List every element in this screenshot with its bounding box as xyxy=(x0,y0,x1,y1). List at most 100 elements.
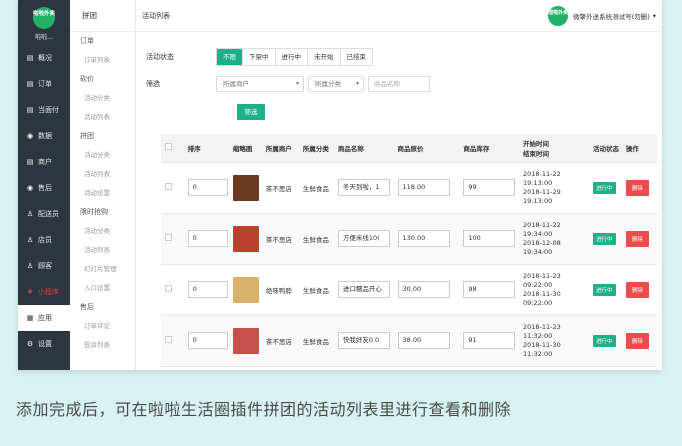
subnav-item[interactable]: 投诉列表 xyxy=(70,336,135,355)
product-name-input[interactable]: 快我好友0.0 xyxy=(337,332,390,349)
product-name-input[interactable]: 冬天到啦，1 xyxy=(337,179,390,196)
delete-button[interactable]: 删除 xyxy=(625,230,649,247)
subnav-item[interactable]: 幻灯片管理 xyxy=(70,260,135,279)
row-checkbox[interactable] xyxy=(165,183,172,190)
price-input[interactable]: 38.00 xyxy=(397,332,450,349)
time-text: 11:32:00 xyxy=(523,331,553,340)
product-name-input[interactable]: 方便米线10( xyxy=(337,230,390,247)
breadcrumb: 活动列表 xyxy=(142,12,170,20)
stock-input[interactable]: 100 xyxy=(463,230,516,247)
status-option[interactable]: 不限 xyxy=(217,49,243,65)
sidebar-item-label: 概况 xyxy=(38,54,52,62)
subnav-item[interactable]: 活动列表 xyxy=(70,165,135,184)
sort-cell: 0 xyxy=(183,315,229,367)
account-menu[interactable]: 啦啦外卖 微擎外送系统测试号(勿删) ▾ xyxy=(548,6,656,26)
status-option[interactable]: 已结束 xyxy=(341,49,373,65)
checkbox-cell xyxy=(161,315,184,367)
sidebar-item[interactable]: ▤ 商户 xyxy=(18,149,70,175)
sidebar-item[interactable]: ▤ 概况 xyxy=(18,45,70,71)
price-input[interactable]: 30.00 xyxy=(397,281,450,298)
sidebar-item-label: 应用 xyxy=(38,314,52,322)
sidebar-item[interactable]: ♙ 顾客 xyxy=(18,253,70,279)
product-name-input[interactable]: 进口糯品开心 xyxy=(337,281,390,298)
status-badge: 进行中 xyxy=(592,232,616,245)
merchant-cell: 茶不思店 xyxy=(261,162,299,214)
nav-icon: ◉ xyxy=(26,132,34,140)
sidebar-item[interactable]: ♙ 店员 xyxy=(18,227,70,253)
sort-input[interactable]: 0 xyxy=(187,230,228,247)
sidebar-item[interactable]: ▦ 应用 xyxy=(18,305,70,331)
subnav-item[interactable]: 活动列表 xyxy=(70,241,135,260)
name-cell: 方便米线10( xyxy=(333,213,394,265)
sidebar-item[interactable]: ▤ 订单 xyxy=(18,71,70,97)
name-cell: 进口糯品开心 xyxy=(333,264,394,316)
category-select[interactable]: 所属分类 xyxy=(308,76,364,92)
sort-input[interactable]: 0 xyxy=(187,332,228,349)
price-input[interactable]: 130.00 xyxy=(397,230,450,247)
status-badge: 进行中 xyxy=(592,283,616,296)
subnav-item[interactable]: 活动分类 xyxy=(70,222,135,241)
sort-input[interactable]: 0 xyxy=(187,281,228,298)
sidebar-item[interactable]: ⚙ 设置 xyxy=(18,331,70,357)
sidebar-item[interactable]: ❖ 小程序 xyxy=(18,279,70,305)
nav-icon: ❖ xyxy=(26,288,34,296)
column-header: 所属商户 xyxy=(261,134,299,163)
sidebar-item[interactable]: ◉ 数据 xyxy=(18,123,70,149)
filter-button[interactable]: 筛选 xyxy=(237,104,265,120)
delete-button[interactable]: 删除 xyxy=(625,332,649,349)
sort-input[interactable]: 0 xyxy=(187,179,228,196)
nav-icon: ◉ xyxy=(26,184,34,192)
sidebar-item[interactable]: ♙ 配送员 xyxy=(18,201,70,227)
time-cell: 2018-11-22 19:34:00 2018-12-08 19:34:00 xyxy=(519,213,589,265)
status-cell: 进行中 xyxy=(588,315,622,367)
status-segmented: 不限 下架中 进行中 未开始 已结束 xyxy=(216,48,373,66)
select-all-checkbox[interactable] xyxy=(165,143,172,151)
table-row: 0 茶不思店 生鲜食品 冬天到啦，1 118.00 99 2018-11-22 19:13:0… xyxy=(161,162,657,214)
column-header-label: 活动状态 xyxy=(592,144,619,153)
subnav-item[interactable]: 活动分类 xyxy=(70,89,135,108)
row-checkbox[interactable] xyxy=(165,234,172,241)
stock-input[interactable]: 91 xyxy=(463,332,516,349)
subnav-item[interactable]: 订单列表 xyxy=(70,51,135,70)
subnav-item[interactable]: 入口设置 xyxy=(70,279,135,298)
sidebar-item[interactable]: ▤ 当面付 xyxy=(18,97,70,123)
table-row: 0 茶不思店 生鲜食品 方便米线10(130.00 100 2018-11-22 19:34… xyxy=(161,213,657,265)
subnav-item[interactable]: 活动设置 xyxy=(70,184,135,203)
sidebar-item[interactable]: ◉ 售后 xyxy=(18,175,70,201)
sidebar-item-label: 设置 xyxy=(38,340,52,348)
name-cell: 冬天到啦，1 xyxy=(333,162,394,214)
sidebar-item-label: 当面付 xyxy=(38,106,59,114)
status-option[interactable]: 进行中 xyxy=(276,49,308,65)
status-option[interactable]: 下架中 xyxy=(243,49,276,65)
delete-button[interactable]: 删除 xyxy=(625,281,649,298)
price-cell: 118.00 xyxy=(393,162,460,214)
merchant-select[interactable]: 所属商户 xyxy=(216,76,304,92)
row-checkbox[interactable] xyxy=(165,336,172,343)
status-option[interactable]: 未开始 xyxy=(308,49,341,65)
subnav-item[interactable]: 活动列表 xyxy=(70,108,135,127)
action-cell: 删除 xyxy=(621,264,657,316)
product-thumbnail xyxy=(232,327,259,354)
column-header: 商品原价 xyxy=(393,134,460,163)
shop-name: 啦啦... xyxy=(35,34,53,41)
sub-sidebar: 拼团 订单 订单列表 砍价 活动分类 活动列表 拼团 活动分类 活动列表 活动设置 限时抢购 活动分… xyxy=(70,0,136,370)
price-cell: 130.00 xyxy=(393,213,460,265)
product-name-input[interactable]: 商品名称 xyxy=(368,76,430,92)
column-header: 操作 xyxy=(621,134,657,163)
stock-input[interactable]: 98 xyxy=(463,281,516,298)
select-all-cell xyxy=(161,134,184,163)
logo: 啦啦外卖 xyxy=(33,7,55,29)
status-badge: 进行中 xyxy=(592,334,616,347)
name-cell: 快我好友0.0 xyxy=(333,315,394,367)
price-input[interactable]: 118.00 xyxy=(397,179,450,196)
status-cell: 进行中 xyxy=(588,264,622,316)
sort-cell: 0 xyxy=(183,213,229,265)
status-cell: 进行中 xyxy=(588,162,622,214)
sidebar-item-label: 订单 xyxy=(38,80,52,88)
subnav-item[interactable]: 订单评论 xyxy=(70,317,135,336)
delete-button[interactable]: 删除 xyxy=(625,179,649,196)
row-checkbox[interactable] xyxy=(165,285,172,292)
subnav-item[interactable]: 活动分类 xyxy=(70,146,135,165)
stock-input[interactable]: 99 xyxy=(463,179,516,196)
sidebar-item-label: 售后 xyxy=(38,184,52,192)
